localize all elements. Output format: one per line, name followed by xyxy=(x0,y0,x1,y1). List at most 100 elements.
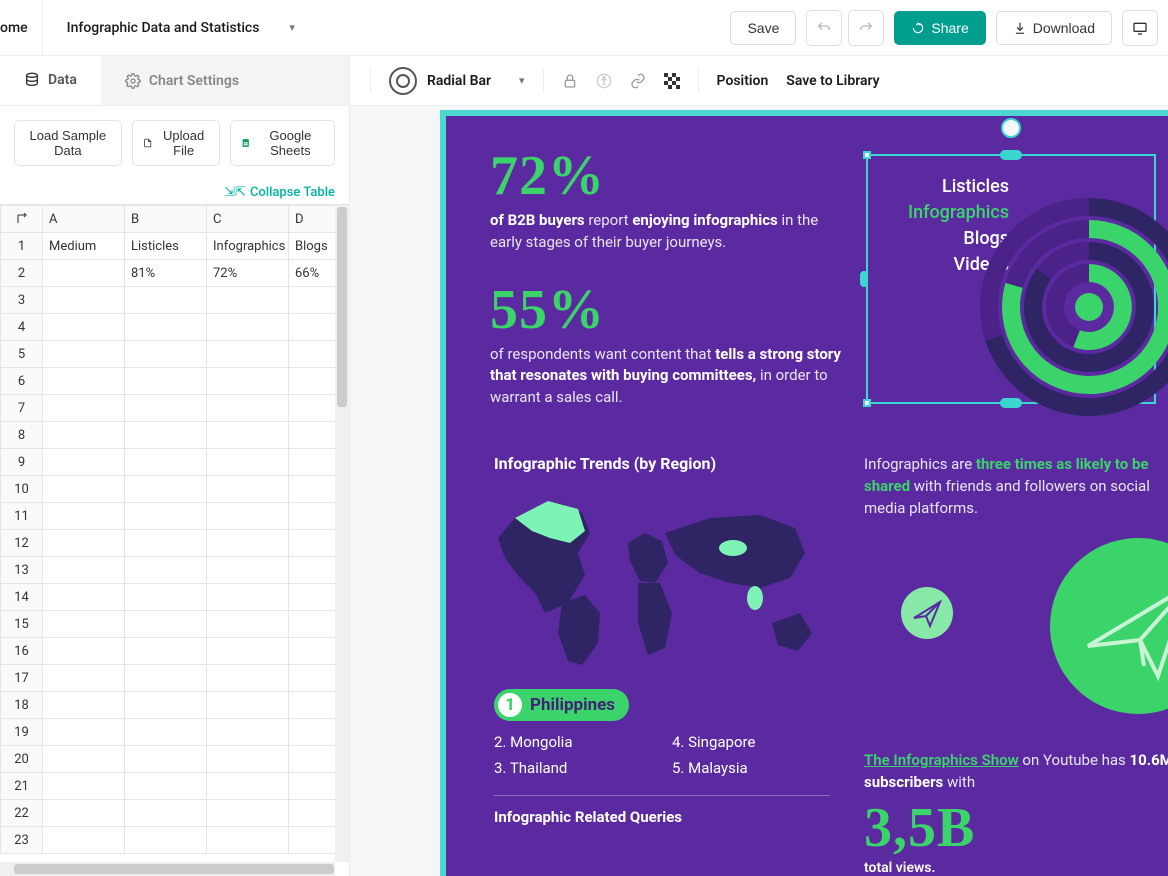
cell[interactable] xyxy=(125,773,207,800)
horizontal-scrollbar-thumb[interactable] xyxy=(14,864,334,874)
cell[interactable] xyxy=(207,530,289,557)
resize-handle-bl[interactable] xyxy=(863,399,871,407)
canvas-document[interactable]: 72% of B2B buyers report enjoying infogr… xyxy=(440,110,1168,876)
cell[interactable] xyxy=(207,395,289,422)
cell[interactable] xyxy=(43,530,125,557)
cell[interactable]: Listicles xyxy=(125,233,207,260)
chart-type-select[interactable]: Radial Bar ▾ xyxy=(389,67,525,95)
cell[interactable] xyxy=(125,746,207,773)
cell[interactable] xyxy=(125,800,207,827)
cell[interactable] xyxy=(43,503,125,530)
cell[interactable]: Medium xyxy=(43,233,125,260)
resize-handle-t[interactable] xyxy=(1000,150,1022,160)
cell[interactable] xyxy=(125,611,207,638)
cell[interactable] xyxy=(207,341,289,368)
cell[interactable] xyxy=(125,827,207,854)
cell[interactable] xyxy=(43,719,125,746)
cell[interactable] xyxy=(207,503,289,530)
cell[interactable] xyxy=(125,584,207,611)
cell[interactable]: 72% xyxy=(207,260,289,287)
cell[interactable] xyxy=(125,449,207,476)
cell[interactable] xyxy=(43,638,125,665)
cell[interactable] xyxy=(43,692,125,719)
cell[interactable] xyxy=(43,260,125,287)
cell[interactable] xyxy=(207,800,289,827)
cell[interactable] xyxy=(125,557,207,584)
cell[interactable] xyxy=(207,449,289,476)
cell[interactable] xyxy=(125,692,207,719)
cell[interactable] xyxy=(125,638,207,665)
spreadsheet[interactable]: ABCD1MediumListiclesInfographicsBlogs281… xyxy=(0,204,349,876)
redo-button[interactable] xyxy=(848,10,884,46)
cell[interactable] xyxy=(207,665,289,692)
cell[interactable] xyxy=(125,422,207,449)
transparency-icon[interactable] xyxy=(664,73,680,89)
tab-data[interactable]: Data xyxy=(0,56,101,105)
load-sample-button[interactable]: Load Sample Data xyxy=(14,120,122,166)
cell[interactable] xyxy=(43,449,125,476)
cell[interactable] xyxy=(43,611,125,638)
cell[interactable] xyxy=(43,773,125,800)
cell[interactable] xyxy=(43,341,125,368)
link-icon[interactable] xyxy=(630,73,646,89)
cell[interactable] xyxy=(43,314,125,341)
cell[interactable] xyxy=(125,341,207,368)
save-to-library-button[interactable]: Save to Library xyxy=(786,73,879,89)
cell[interactable] xyxy=(125,314,207,341)
home-link[interactable]: ome xyxy=(0,0,43,55)
cell[interactable] xyxy=(43,665,125,692)
cell[interactable] xyxy=(207,557,289,584)
tab-chart-settings[interactable]: Chart Settings xyxy=(101,56,349,105)
save-button[interactable]: Save xyxy=(730,11,796,45)
resize-handle-l[interactable] xyxy=(860,271,868,287)
canvas-area[interactable]: 72% of B2B buyers report enjoying infogr… xyxy=(350,106,1168,876)
upload-file-button[interactable]: Upload File xyxy=(132,120,221,166)
radial-chart-selection[interactable]: Listicles Infographics Blogs Videos xyxy=(866,154,1156,404)
cell[interactable] xyxy=(125,530,207,557)
resize-handle-tl[interactable] xyxy=(863,151,871,159)
cell[interactable]: 81% xyxy=(125,260,207,287)
horizontal-scrollbar[interactable] xyxy=(0,862,335,876)
youtube-link[interactable]: The Infographics Show xyxy=(864,751,1019,769)
cell[interactable] xyxy=(207,746,289,773)
cell[interactable] xyxy=(43,368,125,395)
vertical-scrollbar-thumb[interactable] xyxy=(337,207,347,407)
document-title[interactable]: Infographic Data and Statistics ▾ xyxy=(43,20,319,36)
cell[interactable] xyxy=(207,314,289,341)
cell[interactable] xyxy=(207,611,289,638)
cell[interactable] xyxy=(43,827,125,854)
cell[interactable] xyxy=(207,692,289,719)
cell[interactable] xyxy=(207,368,289,395)
cell[interactable] xyxy=(125,368,207,395)
vertical-scrollbar[interactable] xyxy=(335,205,349,862)
present-button[interactable] xyxy=(1122,10,1158,46)
cell[interactable] xyxy=(125,287,207,314)
cell[interactable] xyxy=(43,395,125,422)
cell[interactable] xyxy=(207,827,289,854)
cell[interactable] xyxy=(207,584,289,611)
sheet-table[interactable]: ABCD1MediumListiclesInfographicsBlogs281… xyxy=(0,205,349,854)
cell[interactable] xyxy=(43,557,125,584)
cell[interactable] xyxy=(207,773,289,800)
download-button[interactable]: Download xyxy=(996,11,1112,45)
cell[interactable] xyxy=(125,719,207,746)
cell[interactable] xyxy=(207,476,289,503)
cell[interactable] xyxy=(207,422,289,449)
cell[interactable] xyxy=(125,395,207,422)
cell[interactable] xyxy=(125,503,207,530)
cell[interactable] xyxy=(43,584,125,611)
accessibility-icon[interactable] xyxy=(596,73,612,89)
cell[interactable] xyxy=(43,476,125,503)
rotate-handle[interactable] xyxy=(1001,118,1021,138)
cell[interactable] xyxy=(43,422,125,449)
collapse-table-link[interactable]: ⇲⇱ Collapse Table xyxy=(224,185,335,200)
lock-icon[interactable] xyxy=(562,73,578,89)
undo-button[interactable] xyxy=(806,10,842,46)
cell[interactable]: Infographics xyxy=(207,233,289,260)
cell[interactable] xyxy=(125,665,207,692)
cell[interactable] xyxy=(43,746,125,773)
cell[interactable] xyxy=(125,476,207,503)
position-button[interactable]: Position xyxy=(717,73,769,89)
share-button[interactable]: Share xyxy=(894,11,985,45)
cell[interactable] xyxy=(207,719,289,746)
